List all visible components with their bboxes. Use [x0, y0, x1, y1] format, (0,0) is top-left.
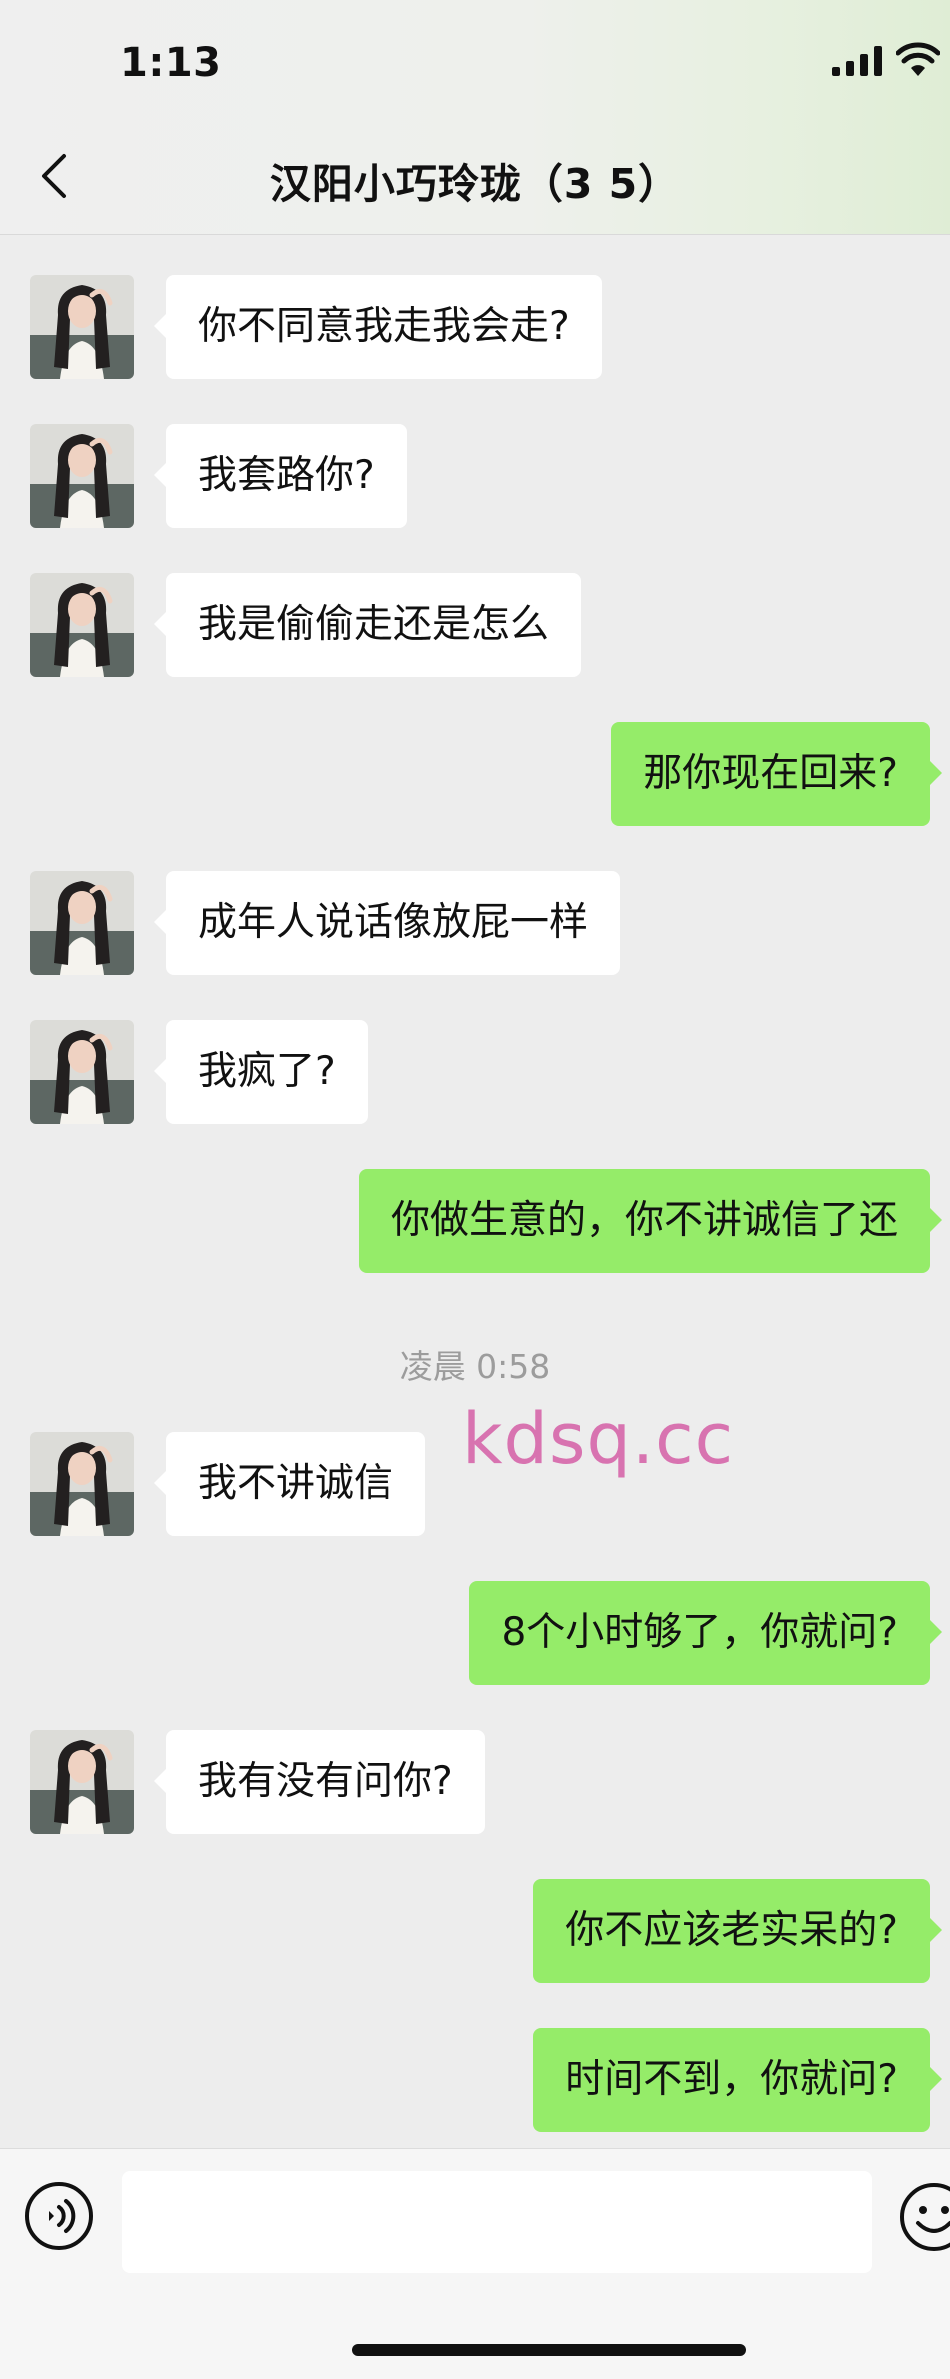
message-bubble-outgoing[interactable]: 那你现在回来? [611, 722, 942, 826]
avatar-image [30, 1730, 134, 1834]
contact-avatar[interactable] [30, 1020, 134, 1124]
message-bubble-outgoing[interactable]: 8个小时够了，你就问? [469, 1581, 942, 1685]
avatar-image [30, 871, 134, 975]
message-bubble-incoming[interactable]: 我有没有问你? [154, 1730, 485, 1834]
message-bubble-outgoing[interactable]: 你不应该老实呆的? [533, 1879, 942, 1983]
message-bubble-outgoing[interactable]: 你做生意的，你不讲诚信了还 [358, 1169, 943, 1273]
top-bar: 1:13 汉阳小巧玲珑（3 5） [0, 0, 950, 235]
message-timestamp: 凌晨 0:58 [399, 1347, 551, 1386]
message-bubble-outgoing[interactable]: 时间不到，你就问? [533, 2028, 942, 2132]
message-bubble-incoming[interactable]: 我不讲诚信 [153, 1432, 426, 1536]
contact-avatar[interactable] [30, 275, 134, 379]
avatar-image [30, 1432, 134, 1536]
emoji-icon[interactable] [898, 2181, 950, 2253]
signal-icon [832, 46, 882, 76]
status-time: 1:13 [120, 40, 222, 86]
message-bubble-incoming[interactable]: 成年人说话像放屁一样 [153, 871, 621, 975]
contact-avatar[interactable] [30, 1432, 134, 1536]
avatar-image [30, 1020, 134, 1124]
avatar-image [30, 573, 134, 677]
message-bubble-incoming[interactable]: 我是偷偷走还是怎么 [153, 573, 582, 677]
wifi-icon [896, 42, 940, 76]
voice-icon[interactable] [24, 2181, 94, 2251]
avatar-image [30, 424, 134, 528]
avatar-image [30, 275, 134, 379]
message-bubble-incoming[interactable]: 你不同意我走我会走? [154, 275, 602, 379]
message-bubble-incoming[interactable]: 我套路你? [154, 424, 407, 528]
watermark-text: kdsq.cc [462, 1398, 735, 1480]
contact-avatar[interactable] [30, 1730, 134, 1834]
home-indicator [352, 2344, 746, 2356]
contact-avatar[interactable] [30, 871, 134, 975]
contact-avatar[interactable] [30, 573, 134, 677]
chat-title: 汉阳小巧玲珑（3 5） [269, 160, 681, 208]
message-input[interactable] [122, 2171, 872, 2273]
contact-avatar[interactable] [30, 424, 134, 528]
message-bubble-incoming[interactable]: 我疯了? [154, 1020, 368, 1124]
